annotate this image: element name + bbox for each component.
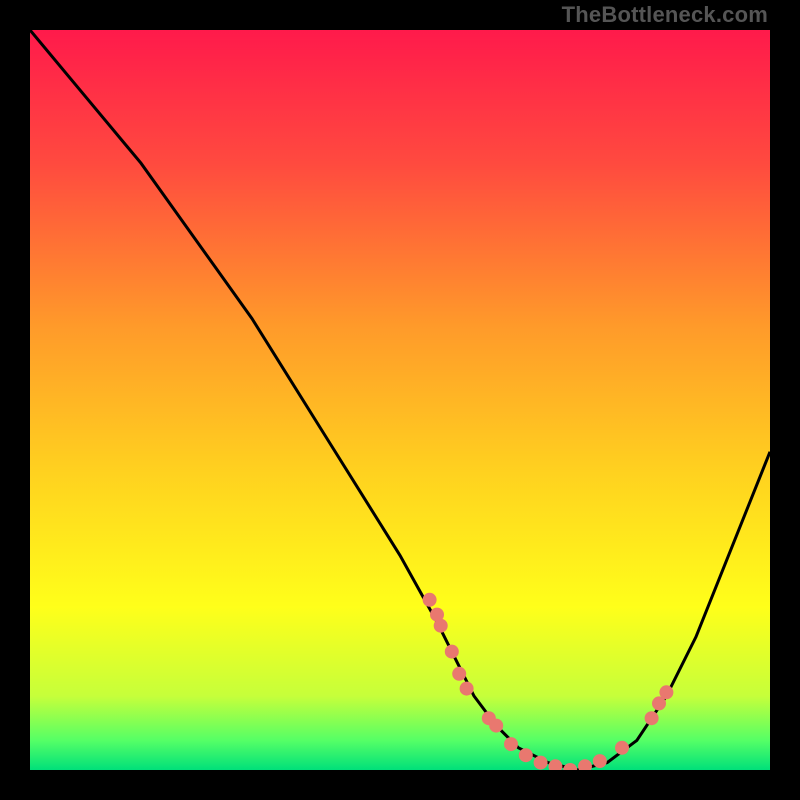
marker-point	[489, 719, 503, 733]
chart-frame: TheBottleneck.com	[0, 0, 800, 800]
marker-point	[423, 593, 437, 607]
marker-point	[434, 619, 448, 633]
marker-point	[445, 645, 459, 659]
marker-point	[519, 748, 533, 762]
marker-point	[659, 685, 673, 699]
marker-point	[504, 737, 518, 751]
plot-area	[30, 30, 770, 770]
marker-point	[593, 754, 607, 768]
gradient-background	[30, 30, 770, 770]
marker-point	[615, 741, 629, 755]
marker-point	[534, 756, 548, 770]
marker-point	[460, 682, 474, 696]
marker-point	[645, 711, 659, 725]
chart-svg	[30, 30, 770, 770]
watermark-text: TheBottleneck.com	[562, 2, 768, 28]
marker-point	[452, 667, 466, 681]
